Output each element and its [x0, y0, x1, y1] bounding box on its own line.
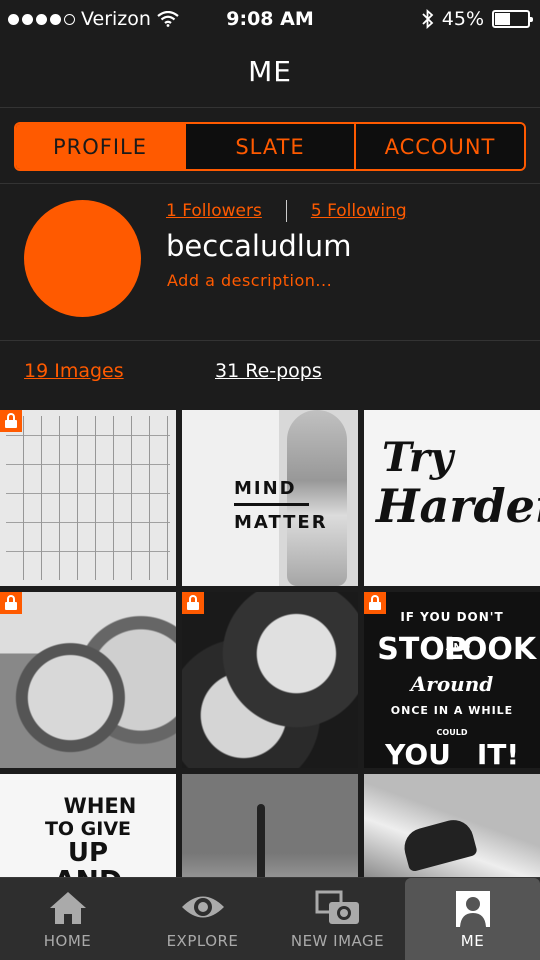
tab-home-label: HOME	[43, 932, 92, 950]
lock-icon	[0, 592, 22, 614]
concert-image[interactable]	[364, 774, 540, 877]
image-grid: MIND MATTER Try Harder IF YOU DON'T STOP…	[0, 410, 540, 877]
harder-text: Harder	[376, 479, 540, 533]
me-screen: Verizon 9:08 AM 45% ME PROFILE SLATE ACC…	[0, 0, 540, 960]
desert-cactus-image[interactable]	[182, 774, 358, 877]
page-title: ME	[0, 38, 540, 108]
tab-me-label: ME	[460, 932, 485, 950]
and-word-2: AND	[0, 864, 176, 877]
tab-new-image-label: NEW IMAGE	[290, 932, 385, 950]
tab-new-image[interactable]: NEW IMAGE	[270, 878, 405, 960]
tab-home[interactable]: HOME	[0, 878, 135, 960]
avatar[interactable]	[24, 200, 141, 317]
images-count-link[interactable]: 19 Images	[24, 360, 124, 382]
schedule-image[interactable]	[0, 410, 176, 586]
content-counts: 19 Images 31 Re-pops	[0, 342, 540, 408]
tab-slate[interactable]: SLATE	[184, 124, 354, 169]
battery-percent: 45%	[441, 8, 484, 30]
matter-text: MATTER	[234, 512, 328, 533]
follow-divider	[285, 200, 287, 222]
schedule-lines	[6, 416, 170, 580]
stop-look-around-image[interactable]: IF YOU DON'T STOP AND LOOK Around ONCE I…	[364, 592, 540, 768]
repops-count-link[interactable]: 31 Re-pops	[215, 360, 322, 382]
try-text: Try	[382, 434, 454, 481]
following-link[interactable]: 5 Following	[311, 201, 407, 221]
username: beccaludlum	[166, 229, 352, 263]
lock-icon	[0, 410, 22, 432]
lock-icon	[364, 592, 386, 614]
performer-shape	[400, 815, 478, 873]
lock-icon	[182, 592, 204, 614]
selfie-boy-image[interactable]	[0, 592, 176, 768]
battery-icon	[492, 10, 533, 28]
home-icon	[49, 892, 86, 924]
profile-section: 1 Followers 5 Following beccaludlum Add …	[0, 183, 540, 341]
when-word: WHEN	[63, 794, 137, 818]
eye-icon	[181, 896, 224, 918]
status-bar: Verizon 9:08 AM 45%	[0, 0, 540, 38]
profile-segmented-control: PROFILE SLATE ACCOUNT	[14, 122, 526, 171]
bottom-tab-bar: HOME EXPLORE NEW IMAGE ME	[0, 877, 540, 960]
bluetooth-icon	[422, 9, 434, 29]
cactus-shape	[257, 804, 265, 877]
tab-explore-label: EXPLORE	[166, 932, 239, 950]
stop-line-1: IF YOU DON'T	[400, 610, 504, 624]
selfie-women-image[interactable]	[182, 592, 358, 768]
status-right: 45%	[422, 8, 533, 30]
once-line: ONCE IN A WHILE	[390, 704, 514, 717]
it-word: IT!	[476, 738, 520, 768]
battery-fill	[495, 13, 511, 25]
add-description-link[interactable]: Add a description...	[167, 271, 332, 290]
tab-me[interactable]: ME	[405, 878, 540, 960]
to-give-word: TO GIVE	[44, 818, 132, 840]
followers-link[interactable]: 1 Followers	[166, 201, 262, 221]
follow-stats: 1 Followers 5 Following	[166, 200, 407, 222]
tab-profile[interactable]: PROFILE	[16, 124, 184, 169]
mind-over-matter-image[interactable]: MIND MATTER	[182, 410, 358, 586]
tab-account[interactable]: ACCOUNT	[354, 124, 524, 169]
around-word: Around	[410, 672, 494, 696]
try-harder-image[interactable]: Try Harder	[364, 410, 540, 586]
mind-text: MIND	[234, 478, 297, 499]
person-icon	[455, 891, 490, 927]
could-word: COULD	[436, 728, 468, 737]
tab-explore[interactable]: EXPLORE	[135, 878, 270, 960]
new-image-icon	[315, 890, 359, 924]
look-word: LOOK	[443, 632, 537, 667]
when-to-give-up-image[interactable]: WHEN TO GIVE UP AND	[0, 774, 176, 877]
mind-divider	[234, 503, 309, 506]
